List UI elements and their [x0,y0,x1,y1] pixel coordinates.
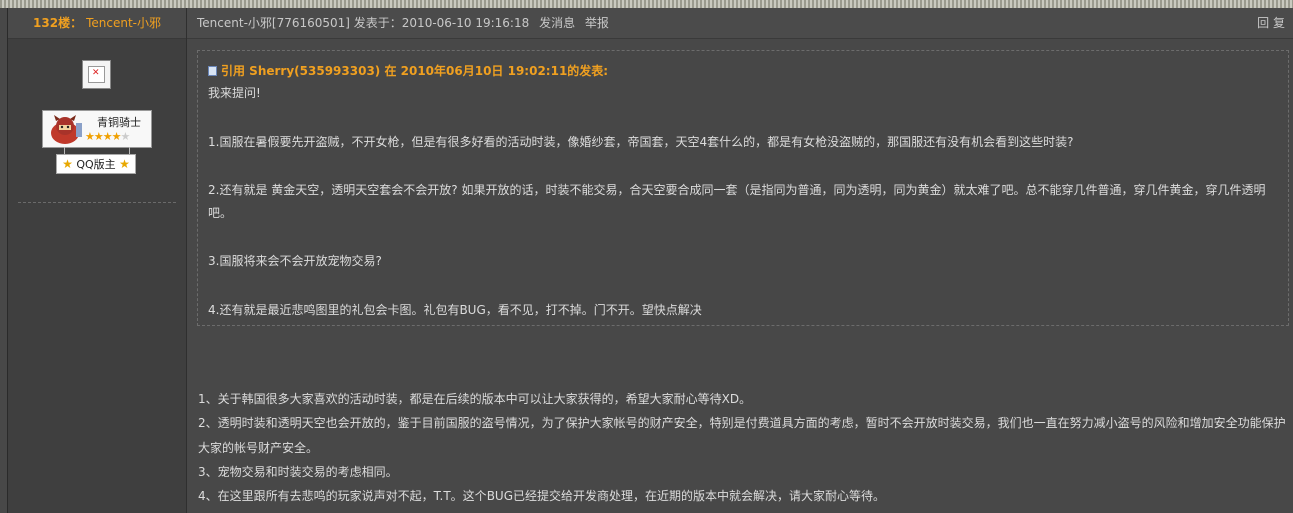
broken-image-icon [88,66,105,83]
report-link[interactable]: 举报 [585,16,609,30]
quote-line: 4.还有就是最近悲鸣图里的礼包会卡图。礼包有BUG，看不见，打不掉。门不开。望快… [208,303,702,317]
author-panel: 132楼：Tencent-小邪 青铜骑士 ★★★★★ ★ QQ版主 ★ [7,8,187,513]
quote-line: 1.国服在暑假要先开盗贼，不开女枪，但是有很多好看的活动时装，像婚纱套，帝国套，… [208,135,1074,149]
moderator-badge: ★ QQ版主 ★ [56,154,136,174]
floor-header: 132楼： Tencent-小邪 [8,8,186,39]
answer-line: 大家的帐号财产安全。 [198,441,319,455]
avatar[interactable] [82,60,111,89]
rank-title: 青铜骑士 [97,116,141,129]
divider [18,202,176,203]
floor-number: 132楼： [33,16,83,30]
answer-line: 2、透明时装和透明天空也会开放的，鉴于目前国服的盗号情况，为了保护大家帐号的财产… [198,416,1286,430]
answer-line: 3、宠物交易和时装交易的考虑相同。 [198,465,398,479]
quote-header-text: 引用 Sherry(535993303) 在 2010年06月10日 19:02… [221,64,609,78]
post-panel: Tencent-小邪[776160501] 发表于：2010-06-10 19:… [187,8,1293,513]
quote-line: 3.国服将来会不会开放宠物交易? [208,254,382,268]
quote-line: 2.还有就是 黄金天空，透明天空套会不会开放? 如果开放的话，时装不能交易，合天… [208,183,1266,197]
star-icon: ★ [119,157,130,171]
badge-connector [64,147,130,154]
quote-header: 引用 Sherry(535993303) 在 2010年06月10日 19:02… [208,62,608,79]
quote-line: 我来提问! [208,86,261,100]
post-meta: Tencent-小邪[776160501] 发表于：2010-06-10 19:… [197,16,530,30]
quote-icon [208,66,217,76]
post-header: Tencent-小邪[776160501] 发表于：2010-06-10 19:… [187,8,1293,39]
top-border-strip [0,0,1293,8]
knight-mascot-icon [51,115,82,144]
answer-line: 1、关于韩国很多大家喜欢的活动时装，都是在后续的版本中可以让大家获得的，希望大家… [198,392,752,406]
badge-label: QQ版主 [76,158,116,171]
rank-stars: ★★★★★ [85,130,130,143]
filled-stars: ★★★★ [85,130,121,143]
quote-block: 引用 Sherry(535993303) 在 2010年06月10日 19:02… [197,50,1289,326]
author-name-link[interactable]: Tencent-小邪 [86,16,161,30]
answer-line: 4、在这里跟所有去悲鸣的玩家说声对不起，T.T。这个BUG已经提交给开发商处理，… [198,489,886,503]
quote-line: 吧。 [208,206,233,220]
send-message-link[interactable]: 发消息 [539,16,575,30]
empty-star: ★ [120,130,130,143]
reply-link[interactable]: 回 复 [1257,8,1285,38]
star-icon: ★ [62,157,73,171]
rank-card: 青铜骑士 ★★★★★ [42,110,152,148]
